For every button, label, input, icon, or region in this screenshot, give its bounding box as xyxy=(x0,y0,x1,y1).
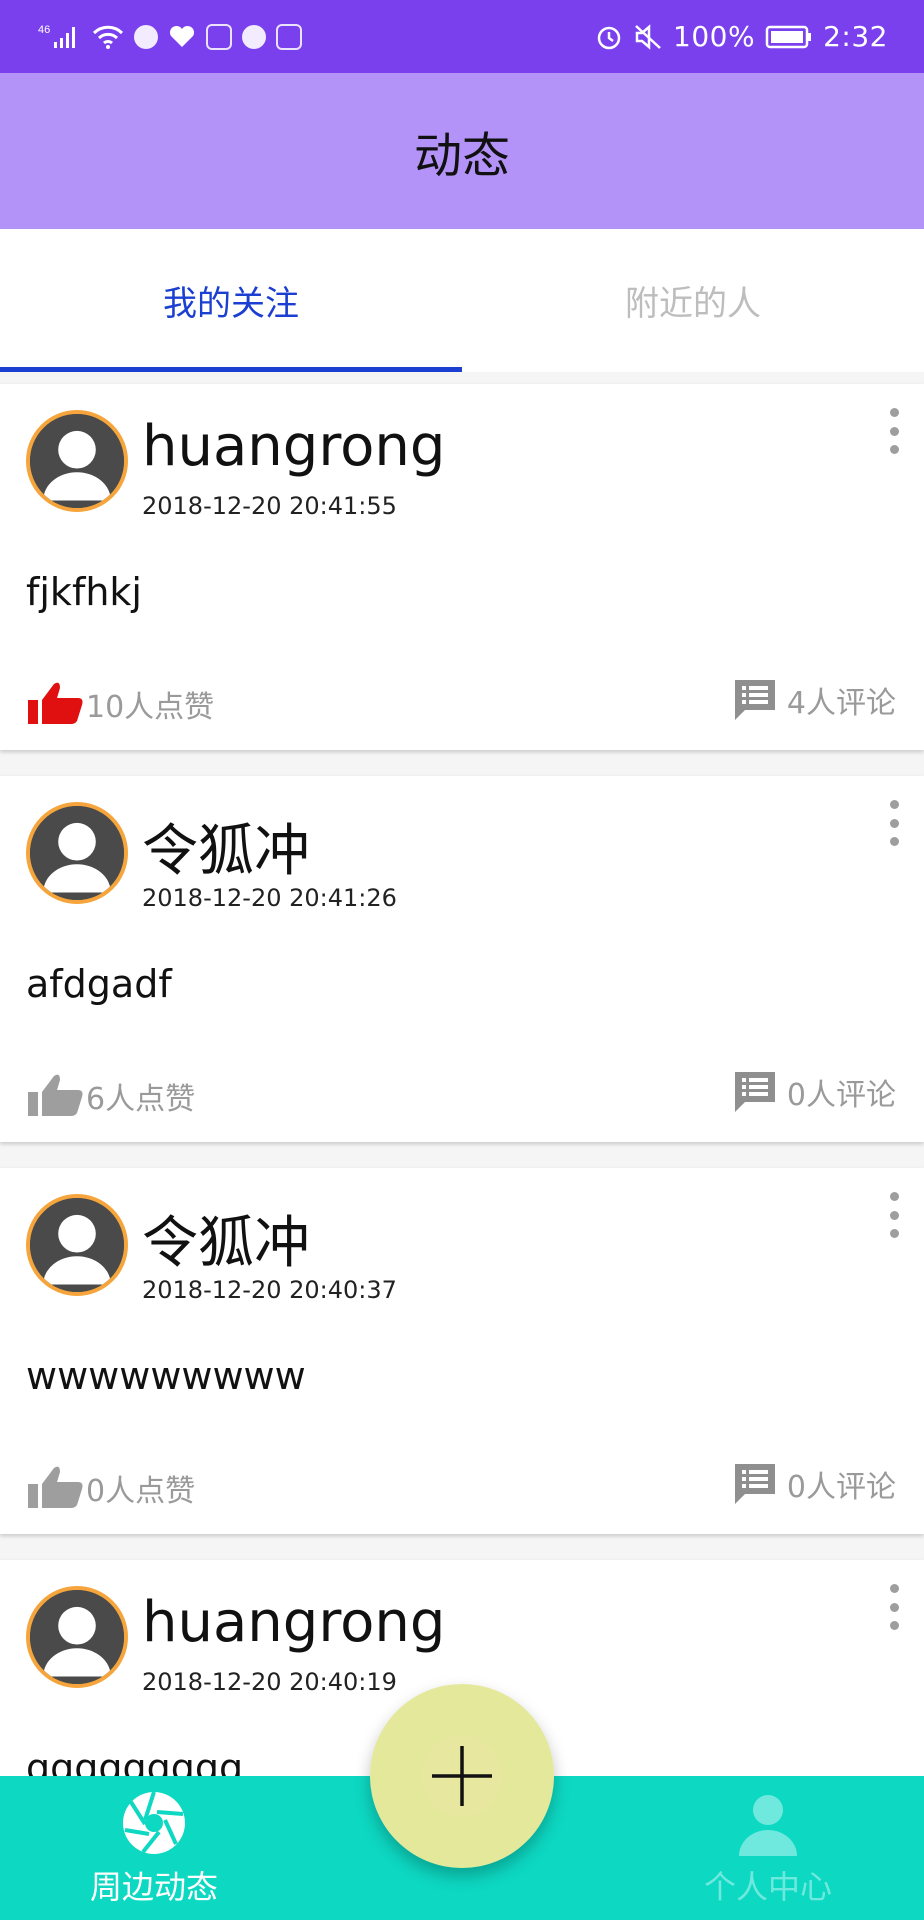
wifi-icon xyxy=(92,22,124,52)
nav-profile[interactable]: 个人中心 xyxy=(668,1790,868,1908)
like-button[interactable]: 0人点赞 xyxy=(26,1464,195,1512)
post-card[interactable]: 令狐冲 2018-12-20 20:40:37 wwwwwwwww 0人点赞 0… xyxy=(0,1168,924,1534)
like-count: 6人点赞 xyxy=(86,1082,196,1117)
thumbs-up-icon xyxy=(28,1074,83,1116)
like-count: 10人点赞 xyxy=(86,690,215,725)
post-content: wwwwwwwww xyxy=(26,1354,306,1398)
status-bar: 46 100% 2:32 xyxy=(0,0,924,73)
more-options-icon[interactable] xyxy=(884,1192,904,1238)
clock: 2:32 xyxy=(823,20,888,53)
signal-icon: 46 xyxy=(38,22,82,52)
battery-icon xyxy=(765,22,813,52)
avatar[interactable] xyxy=(26,802,128,904)
mute-icon xyxy=(633,22,663,52)
post-card[interactable]: huangrong 2018-12-20 20:41:55 fjkfhkj 10… xyxy=(0,384,924,750)
post-username[interactable]: 令狐冲 xyxy=(142,806,310,887)
nav-label: 个人中心 xyxy=(703,1868,832,1906)
shield-app-icon xyxy=(276,23,302,50)
add-post-button[interactable] xyxy=(370,1684,554,1868)
avatar[interactable] xyxy=(26,1194,128,1296)
default-avatar-icon xyxy=(30,1198,124,1292)
app-notification-icon xyxy=(206,23,232,50)
music-app-icon xyxy=(242,24,266,49)
post-timestamp: 2018-12-20 20:41:55 xyxy=(142,492,397,520)
comment-button[interactable]: 0人评论 xyxy=(733,1070,896,1114)
post-username[interactable]: huangrong xyxy=(142,1590,445,1655)
comment-count: 4人评论 xyxy=(786,686,896,721)
status-left: 46 xyxy=(38,22,302,52)
avatar[interactable] xyxy=(26,1586,128,1688)
battery-percent: 100% xyxy=(673,20,756,53)
shutter-icon xyxy=(123,1791,185,1854)
thumbs-up-icon xyxy=(28,1466,83,1508)
notification-app-icon xyxy=(134,24,158,49)
post-username[interactable]: huangrong xyxy=(142,414,445,479)
default-avatar-icon xyxy=(30,414,124,508)
title-bar: 动态 xyxy=(0,73,924,229)
avatar[interactable] xyxy=(26,410,128,512)
like-button[interactable]: 6人点赞 xyxy=(26,1072,195,1120)
comment-button[interactable]: 0人评论 xyxy=(733,1462,896,1506)
alarm-icon xyxy=(595,22,623,52)
default-avatar-icon xyxy=(30,806,124,900)
nav-nearby-feed[interactable]: 周边动态 xyxy=(54,1790,254,1908)
network-label: 46 xyxy=(38,24,50,36)
thumbs-up-icon xyxy=(28,682,83,724)
person-icon xyxy=(739,1795,797,1856)
more-options-icon[interactable] xyxy=(884,1584,904,1630)
more-options-icon[interactable] xyxy=(884,800,904,846)
more-options-icon[interactable] xyxy=(884,408,904,454)
comment-count: 0人评论 xyxy=(786,1078,896,1113)
post-timestamp: 2018-12-20 20:40:37 xyxy=(142,1276,397,1304)
post-content: afdgadf xyxy=(26,962,172,1006)
page-title: 动态 xyxy=(413,128,510,184)
comment-icon xyxy=(734,680,775,720)
nav-label: 周边动态 xyxy=(89,1868,218,1906)
tab-bar: 我的关注 附近的人 xyxy=(0,229,924,372)
like-count: 0人点赞 xyxy=(86,1474,196,1509)
status-right: 100% 2:32 xyxy=(595,20,888,53)
like-button[interactable]: 10人点赞 xyxy=(26,680,214,728)
post-timestamp: 2018-12-20 20:40:19 xyxy=(142,1668,397,1696)
health-icon xyxy=(168,22,196,52)
post-content: fjkfhkj xyxy=(26,570,142,614)
comment-icon xyxy=(734,1464,775,1504)
comment-button[interactable]: 4人评论 xyxy=(733,678,896,722)
tab-nearby[interactable]: 附近的人 xyxy=(462,229,924,372)
post-username[interactable]: 令狐冲 xyxy=(142,1198,310,1279)
plus-icon xyxy=(432,1746,492,1806)
comment-icon xyxy=(734,1072,775,1112)
post-card[interactable]: 令狐冲 2018-12-20 20:41:26 afdgadf 6人点赞 0人评… xyxy=(0,776,924,1142)
default-avatar-icon xyxy=(30,1590,124,1684)
comment-count: 0人评论 xyxy=(786,1470,896,1505)
post-timestamp: 2018-12-20 20:41:26 xyxy=(142,884,397,912)
tab-following[interactable]: 我的关注 xyxy=(0,229,462,372)
